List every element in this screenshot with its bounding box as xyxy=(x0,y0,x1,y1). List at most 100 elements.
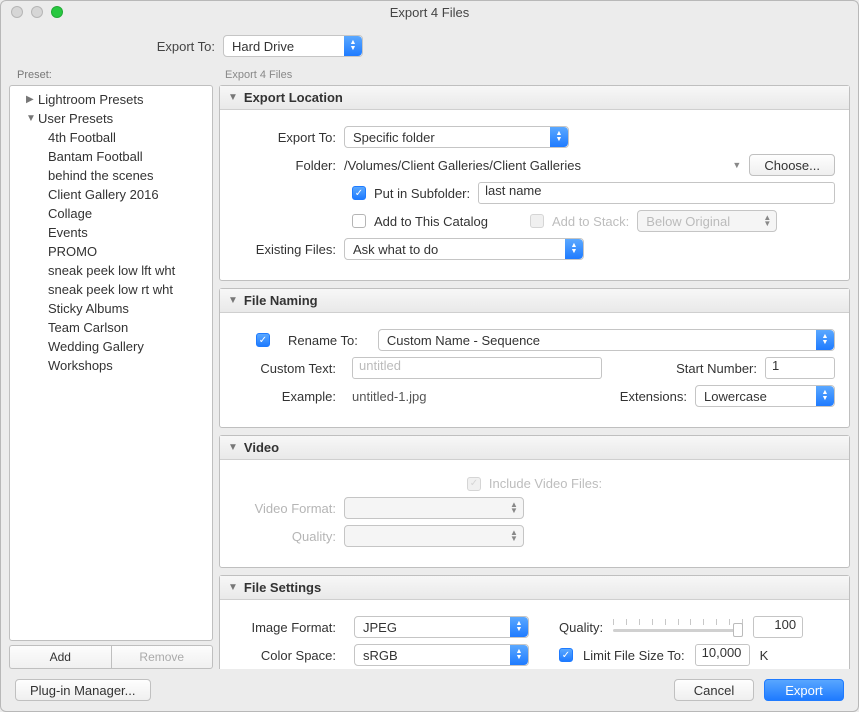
quality-slider[interactable] xyxy=(613,617,743,637)
preset-item[interactable]: Wedding Gallery xyxy=(10,337,212,356)
preset-item[interactable]: sneak peek low lft wht xyxy=(10,261,212,280)
custom-text-label: Custom Text: xyxy=(234,361,344,376)
preset-item[interactable]: Client Gallery 2016 xyxy=(10,185,212,204)
panel-file-naming: ▼ File Naming ✓ Rename To: Custom Name -… xyxy=(219,288,850,428)
video-format-select: ▲▼ xyxy=(344,497,524,519)
export-to-select[interactable]: Hard Drive ▲▼ xyxy=(223,35,363,57)
include-video-label: Include Video Files: xyxy=(489,476,602,491)
close-icon[interactable] xyxy=(11,6,23,18)
extensions-select[interactable]: Lowercase ▲▼ xyxy=(695,385,835,407)
export-dialog: Export 4 Files Export To: Hard Drive ▲▼ … xyxy=(0,0,859,712)
chevron-updown-icon: ▲▼ xyxy=(505,526,523,546)
window-title: Export 4 Files xyxy=(1,5,858,20)
preset-item[interactable]: Workshops xyxy=(10,356,212,375)
preset-item[interactable]: Sticky Albums xyxy=(10,299,212,318)
existing-files-select[interactable]: Ask what to do ▲▼ xyxy=(344,238,584,260)
folder-label: Folder: xyxy=(234,158,344,173)
preset-group-label: Lightroom Presets xyxy=(38,92,144,107)
limit-file-size-unit: K xyxy=(760,648,769,663)
preset-add-remove: Add Remove xyxy=(9,645,213,669)
export-button[interactable]: Export xyxy=(764,679,844,701)
custom-text-input[interactable]: untitled xyxy=(352,357,602,379)
panel-header[interactable]: ▼ File Naming xyxy=(220,289,849,313)
example-value: untitled-1.jpg xyxy=(352,389,426,404)
add-to-stack-label: Add to Stack: xyxy=(552,214,629,229)
path-popup-icon[interactable]: ▼ xyxy=(732,160,741,170)
panel-video: ▼ Video ✓ Include Video Files: Video For… xyxy=(219,435,850,568)
disclosure-down-icon: ▼ xyxy=(26,113,38,124)
add-preset-button[interactable]: Add xyxy=(9,645,111,669)
settings-header: Export 4 Files xyxy=(219,67,850,85)
chevron-updown-icon: ▲▼ xyxy=(505,498,523,518)
chevron-updown-icon: ▲▼ xyxy=(816,386,834,406)
export-to-row: Export To: Hard Drive ▲▼ xyxy=(1,23,858,67)
preset-group-user[interactable]: ▼ User Presets xyxy=(10,109,212,128)
chevron-updown-icon: ▲▼ xyxy=(565,239,583,259)
export-to-folder-select[interactable]: Specific folder ▲▼ xyxy=(344,126,569,148)
color-space-label: Color Space: xyxy=(234,648,344,663)
add-to-catalog-checkbox[interactable] xyxy=(352,214,366,228)
add-to-stack-checkbox xyxy=(530,214,544,228)
subfolder-input[interactable]: last name xyxy=(478,182,835,204)
example-label: Example: xyxy=(234,389,344,404)
export-to-value: Hard Drive xyxy=(232,39,294,54)
panel-header[interactable]: ▼ Export Location xyxy=(220,86,849,110)
preset-item[interactable]: behind the scenes xyxy=(10,166,212,185)
cancel-button[interactable]: Cancel xyxy=(674,679,754,701)
start-number-input[interactable]: 1 xyxy=(765,357,835,379)
plugin-manager-button[interactable]: Plug-in Manager... xyxy=(15,679,151,701)
existing-files-label: Existing Files: xyxy=(234,242,344,257)
disclosure-down-icon: ▼ xyxy=(228,92,238,103)
panel-header[interactable]: ▼ File Settings xyxy=(220,576,849,600)
export-to-folder-label: Export To: xyxy=(234,130,344,145)
panel-export-location: ▼ Export Location Export To: Specific fo… xyxy=(219,85,850,281)
panel-header[interactable]: ▼ Video xyxy=(220,436,849,460)
preset-list[interactable]: ▶ Lightroom Presets ▼ User Presets 4th F… xyxy=(9,85,213,641)
traffic-lights xyxy=(1,6,63,18)
chevron-updown-icon: ▲▼ xyxy=(510,617,528,637)
slider-thumb-icon[interactable] xyxy=(733,623,743,637)
panel-title: Export Location xyxy=(244,90,343,105)
put-in-subfolder-checkbox[interactable]: ✓ xyxy=(352,186,366,200)
disclosure-down-icon: ▼ xyxy=(228,442,238,453)
preset-item[interactable]: Events xyxy=(10,223,212,242)
stack-position-select: Below Original ▲▼ xyxy=(637,210,777,232)
panel-title: File Settings xyxy=(244,580,321,595)
preset-item[interactable]: Collage xyxy=(10,204,212,223)
limit-file-size-label: Limit File Size To: xyxy=(583,648,685,663)
preset-column: Preset: ▶ Lightroom Presets ▼ User Prese… xyxy=(9,67,213,669)
extensions-label: Extensions: xyxy=(620,389,687,404)
chevron-updown-icon: ▲▼ xyxy=(816,330,834,350)
zoom-icon[interactable] xyxy=(51,6,63,18)
minimize-icon[interactable] xyxy=(31,6,43,18)
limit-file-size-input[interactable]: 10,000 xyxy=(695,644,750,666)
preset-item[interactable]: 4th Football xyxy=(10,128,212,147)
footer: Plug-in Manager... Cancel Export xyxy=(1,669,858,711)
disclosure-down-icon: ▼ xyxy=(228,582,238,593)
quality-label: Quality: xyxy=(559,620,603,635)
include-video-checkbox: ✓ xyxy=(467,477,481,491)
preset-item[interactable]: Team Carlson xyxy=(10,318,212,337)
preset-item[interactable]: Bantam Football xyxy=(10,147,212,166)
quality-input[interactable]: 100 xyxy=(753,616,803,638)
settings-column: Export 4 Files ▼ Export Location Export … xyxy=(219,67,850,669)
preset-group-label: User Presets xyxy=(38,111,113,126)
panel-file-settings: ▼ File Settings Image Format: JPEG ▲▼ Qu… xyxy=(219,575,850,669)
image-format-select[interactable]: JPEG ▲▼ xyxy=(354,616,529,638)
rename-template-select[interactable]: Custom Name - Sequence ▲▼ xyxy=(378,329,835,351)
chevron-updown-icon: ▲▼ xyxy=(344,36,362,56)
preset-item[interactable]: sneak peek low rt wht xyxy=(10,280,212,299)
limit-file-size-checkbox[interactable]: ✓ xyxy=(559,648,573,662)
disclosure-right-icon: ▶ xyxy=(26,94,38,105)
chevron-updown-icon: ▲▼ xyxy=(758,211,776,231)
panel-title: Video xyxy=(244,440,279,455)
chevron-updown-icon: ▲▼ xyxy=(510,645,528,665)
folder-path: /Volumes/Client Galleries/Client Galleri… xyxy=(344,158,581,173)
put-in-subfolder-label: Put in Subfolder: xyxy=(374,186,470,201)
video-quality-label: Quality: xyxy=(234,529,344,544)
preset-group-lightroom[interactable]: ▶ Lightroom Presets xyxy=(10,90,212,109)
choose-folder-button[interactable]: Choose... xyxy=(749,154,835,176)
color-space-select[interactable]: sRGB ▲▼ xyxy=(354,644,529,666)
rename-to-checkbox[interactable]: ✓ xyxy=(256,333,270,347)
preset-item[interactable]: PROMO xyxy=(10,242,212,261)
